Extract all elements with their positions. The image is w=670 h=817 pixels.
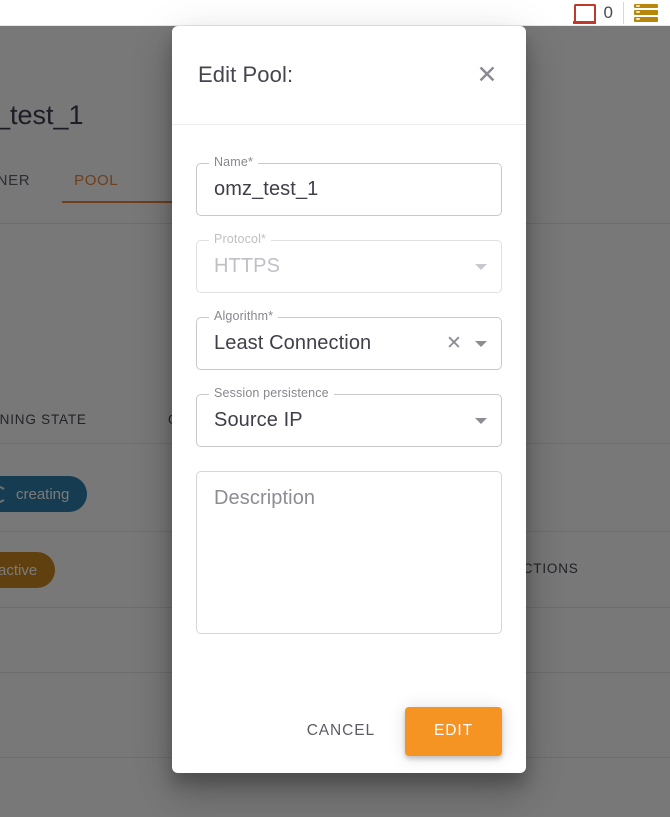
- field-protocol: Protocol* HTTPS: [196, 233, 502, 293]
- server-stack-icon[interactable]: [634, 3, 658, 22]
- session-persistence-select[interactable]: Session persistence Source IP: [196, 387, 502, 447]
- field-label-session-persistence: Session persistence: [209, 387, 334, 400]
- notification-group[interactable]: 0: [573, 0, 613, 26]
- dialog-header: Edit Pool: ✕: [172, 26, 526, 125]
- chevron-down-icon[interactable]: [475, 340, 487, 347]
- session-persistence-select-value: Source IP: [214, 409, 303, 431]
- dialog-footer: CANCEL EDIT: [172, 689, 526, 773]
- description-textarea[interactable]: Description: [196, 471, 502, 634]
- field-algorithm: Algorithm* Least Connection ✕: [196, 310, 502, 370]
- chevron-down-icon[interactable]: [475, 417, 487, 424]
- name-input-value: omz_test_1: [214, 178, 319, 200]
- edit-pool-dialog: Edit Pool: ✕ Name* omz_test_1 Protocol* …: [172, 26, 526, 773]
- protocol-select: Protocol* HTTPS: [196, 233, 502, 293]
- chevron-down-icon: [475, 263, 487, 270]
- top-bar: 0: [0, 0, 670, 26]
- notification-count: 0: [603, 3, 613, 22]
- app-root: 0 omz_test_1 LISTENER POOL PROVISIONING …: [0, 0, 670, 817]
- field-name: Name* omz_test_1: [196, 156, 502, 216]
- edit-submit-button[interactable]: EDIT: [405, 706, 502, 756]
- topbar-divider: [623, 1, 624, 24]
- cancel-button[interactable]: CANCEL: [293, 712, 389, 750]
- clear-icon[interactable]: ✕: [443, 333, 465, 355]
- dialog-body: Name* omz_test_1 Protocol* HTTPS Algorit…: [172, 125, 526, 689]
- dialog-title: Edit Pool:: [198, 62, 294, 87]
- protocol-select-value: HTTPS: [214, 255, 281, 277]
- algorithm-select-value: Least Connection: [214, 332, 372, 354]
- field-session-persistence: Session persistence Source IP: [196, 387, 502, 447]
- field-label-name: Name*: [209, 156, 258, 169]
- close-icon[interactable]: ✕: [472, 60, 502, 90]
- algorithm-select[interactable]: Algorithm* Least Connection ✕: [196, 310, 502, 370]
- monitor-icon[interactable]: [573, 4, 597, 24]
- name-input[interactable]: Name* omz_test_1: [196, 156, 502, 216]
- field-label-protocol: Protocol*: [209, 233, 272, 246]
- field-label-algorithm: Algorithm*: [209, 310, 279, 323]
